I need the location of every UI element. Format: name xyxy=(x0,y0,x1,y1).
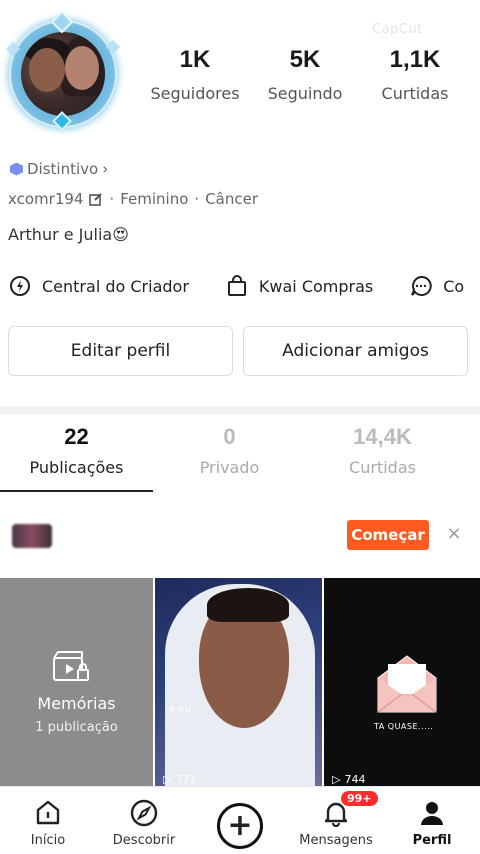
nav-label: Início xyxy=(30,833,66,848)
tab-likes[interactable]: 14,4K Curtidas xyxy=(306,424,459,492)
bio: Arthur e Julia😍 xyxy=(8,225,129,244)
bag-icon xyxy=(225,274,249,298)
nav-label: Perfil xyxy=(412,833,452,848)
person-icon xyxy=(384,797,480,829)
badge-link[interactable]: Distintivo › xyxy=(10,160,108,178)
memories-title: Memórias xyxy=(37,694,116,713)
avatar-photo xyxy=(21,32,105,116)
stat-label: Seguidores xyxy=(150,84,240,103)
zodiac-sign: Câncer xyxy=(205,190,259,208)
tab-label: Curtidas xyxy=(349,458,416,477)
chat-icon xyxy=(409,274,433,298)
lightning-icon xyxy=(8,274,32,298)
tab-count: 22 xyxy=(64,424,89,449)
play-icon: ▷ xyxy=(163,773,172,786)
plus-icon: + xyxy=(217,803,263,849)
nav-messages[interactable]: 99+ Mensagens xyxy=(288,787,384,854)
tab-count: 0 xyxy=(223,424,236,449)
view-count: ▷ 771 xyxy=(163,773,196,786)
profile-actions: Editar perfil Adicionar amigos xyxy=(8,326,468,376)
shortcut-label: Central do Criador xyxy=(42,276,189,296)
home-icon xyxy=(0,797,96,829)
start-button[interactable]: Começar xyxy=(347,520,429,550)
separator-dot: · xyxy=(194,190,200,208)
section-divider xyxy=(0,406,480,414)
content-tabs: 22 Publicações 0 Privado 14,4K Curtidas xyxy=(0,424,480,492)
tab-label: Privado xyxy=(199,458,260,477)
avatar[interactable] xyxy=(5,10,121,136)
stat-value: 1,1K xyxy=(389,46,441,73)
clapperboard-icon xyxy=(52,650,90,688)
banner-thumbnail xyxy=(12,524,52,548)
close-icon[interactable]: × xyxy=(444,524,464,544)
post-thumbnail[interactable]: TA QUASE..... ▷ 744 xyxy=(324,578,480,788)
nav-profile[interactable]: Perfil xyxy=(384,787,480,854)
view-count-value: 744 xyxy=(344,773,366,786)
post-grid: Memórias 1 publicação e eu.. ▷ 771 TA QU… xyxy=(0,578,480,788)
compass-icon xyxy=(96,797,192,829)
add-friends-button[interactable]: Adicionar amigos xyxy=(243,326,468,376)
envelope-icon xyxy=(377,655,437,713)
play-icon: ▷ xyxy=(332,773,341,786)
stat-label: Seguindo xyxy=(267,84,343,103)
view-count-value: 771 xyxy=(175,773,197,786)
bottom-navigation: Início Descobrir + 99+ Mensagens Perfil xyxy=(0,786,480,854)
capcut-watermark: CapCut xyxy=(372,22,423,37)
username: xcomr194 xyxy=(8,190,84,208)
post-caption: e eu.. xyxy=(169,704,198,715)
edit-icon[interactable] xyxy=(89,192,103,206)
notification-badge: 99+ xyxy=(341,791,378,806)
stat-label: Curtidas xyxy=(381,84,449,103)
nav-label: Mensagens xyxy=(299,833,373,848)
shortcut-label: Kwai Compras xyxy=(258,276,374,296)
stat-following[interactable]: 5K Seguindo xyxy=(250,46,360,103)
nav-discover[interactable]: Descobrir xyxy=(96,787,192,854)
stat-value: 5K xyxy=(289,46,321,73)
tab-count: 14,4K xyxy=(353,424,412,449)
tab-label: Publicações xyxy=(29,458,124,477)
nav-label: Descobrir xyxy=(112,833,176,848)
shortcut-creator-center[interactable]: Central do Criador xyxy=(8,274,189,298)
edit-profile-button[interactable]: Editar perfil xyxy=(8,326,233,376)
memories-card[interactable]: Memórias 1 publicação xyxy=(0,578,153,788)
memories-subtitle: 1 publicação xyxy=(35,720,118,735)
nav-home[interactable]: Início xyxy=(0,787,96,854)
avatar-frame xyxy=(11,22,115,126)
tab-private[interactable]: 0 Privado xyxy=(153,424,306,492)
shortcut-chat[interactable]: Co xyxy=(409,274,464,298)
view-count: ▷ 744 xyxy=(332,773,365,786)
profile-info: xcomr194 · Feminino · Câncer xyxy=(8,190,258,208)
chevron-right-icon: › xyxy=(102,160,109,178)
stat-likes[interactable]: 1,1K Curtidas xyxy=(360,46,470,103)
tab-publications[interactable]: 22 Publicações xyxy=(0,424,153,492)
promo-banner: Começar × xyxy=(0,510,480,562)
stat-followers[interactable]: 1K Seguidores xyxy=(140,46,250,103)
shortcut-label: Co xyxy=(443,276,465,296)
post-caption: TA QUASE..... xyxy=(374,722,434,731)
badge-label: Distintivo xyxy=(27,160,99,178)
hexagon-badge-icon xyxy=(10,162,23,176)
gender: Feminino xyxy=(120,190,189,208)
stat-value: 1K xyxy=(179,46,211,73)
shortcut-row: Central do Criador Kwai Compras Co xyxy=(8,274,464,298)
profile-stats: 1K Seguidores 5K Seguindo 1,1K Curtidas xyxy=(140,46,470,103)
post-thumbnail[interactable]: e eu.. ▷ 771 xyxy=(155,578,322,788)
separator-dot: · xyxy=(109,190,115,208)
shortcut-kwai-shop[interactable]: Kwai Compras xyxy=(225,274,373,298)
nav-create[interactable]: + xyxy=(192,787,288,854)
